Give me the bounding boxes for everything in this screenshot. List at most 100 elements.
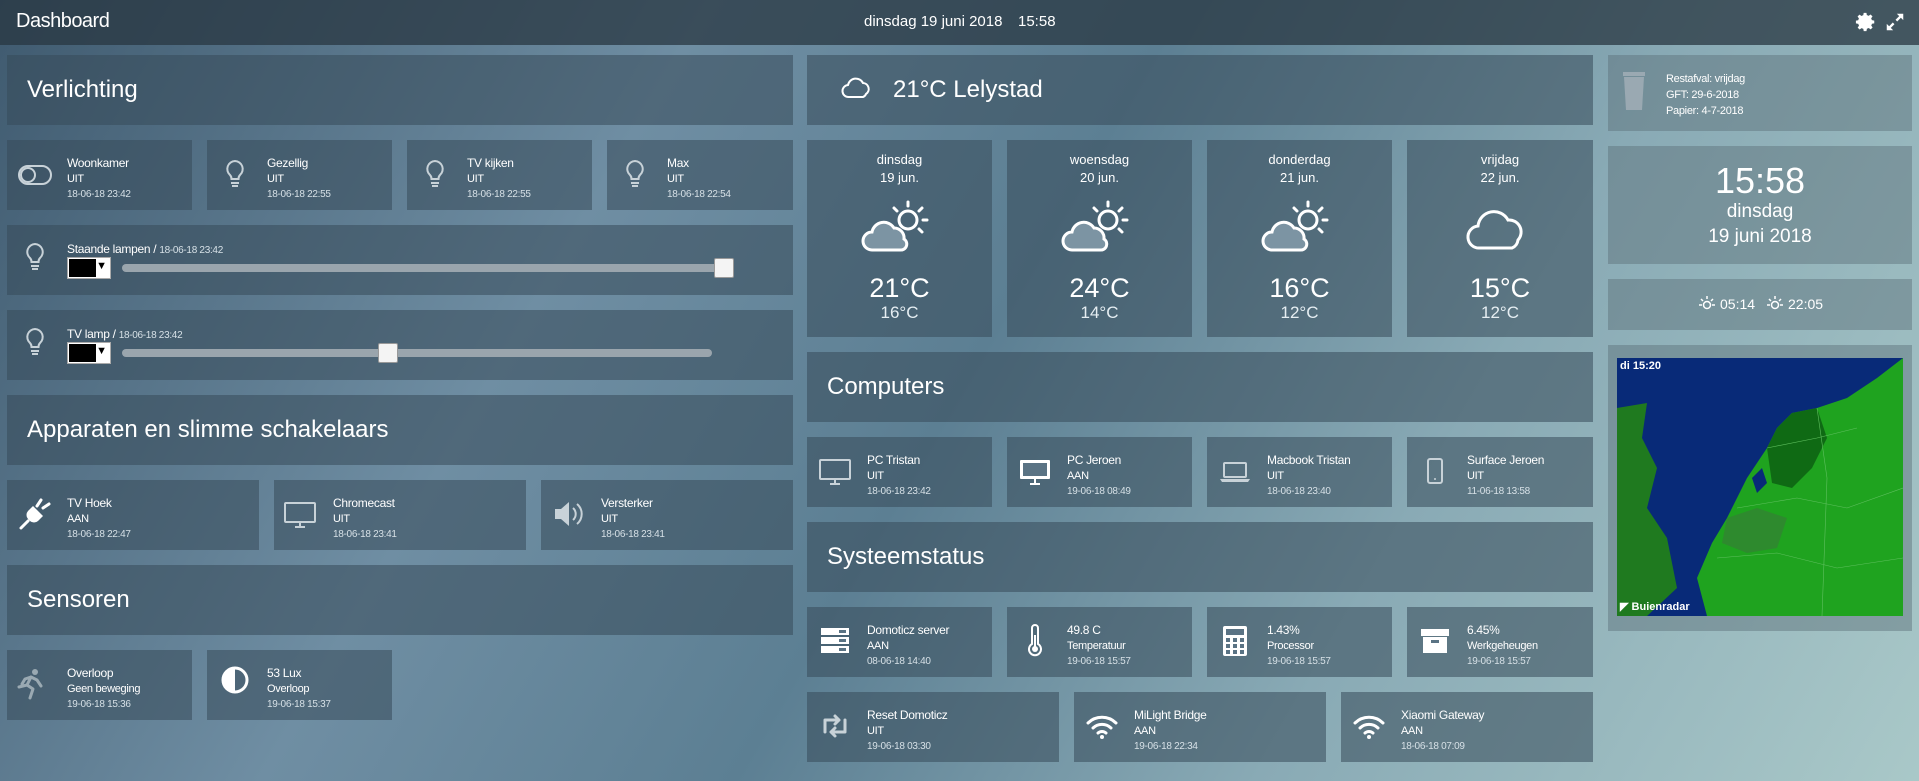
- dimmer-thumb[interactable]: [377, 343, 398, 363]
- tile-timestamp: 18-06-18 23:42: [67, 189, 131, 200]
- tile-timestamp: 19-06-18 15:36: [67, 699, 131, 710]
- sensor-tile-overloop[interactable]: Overloop Geen beweging 19-06-18 15:36: [7, 650, 192, 720]
- dimmer-label: Staande lampen / 18-06-18 23:42: [67, 242, 223, 256]
- device-tile-versterker[interactable]: Versterker UIT 18-06-18 23:41: [541, 480, 793, 550]
- light-tile-max[interactable]: Max UIT 18-06-18 22:54: [607, 140, 793, 210]
- dimmer-slider[interactable]: [122, 349, 712, 357]
- dimmer-slider[interactable]: [122, 264, 724, 272]
- dimmer-timestamp: 18-06-18 23:42: [118, 330, 183, 341]
- system-tile-domoticz-server[interactable]: Domoticz server AAN 08-06-18 14:40: [807, 607, 992, 677]
- tile-name: 49.8 C: [1067, 623, 1101, 637]
- tile-state: UIT: [1267, 470, 1284, 482]
- dimmer-staande-lampen: Staande lampen / 18-06-18 23:42 ▼: [7, 225, 793, 295]
- desktop-icon: [1020, 460, 1050, 485]
- light-tile-woonkamer[interactable]: Woonkamer UIT 18-06-18 23:42: [7, 140, 192, 210]
- sunset-time: 22:05: [1788, 296, 1824, 312]
- thermometer-icon: [1028, 624, 1042, 657]
- sensors-title: Sensoren: [27, 586, 130, 613]
- tile-timestamp: 19-06-18 08:49: [1067, 486, 1131, 497]
- rain-radar-map[interactable]: di 15:20 ◤ Buienradar: [1617, 358, 1903, 616]
- computer-tile-pc-tristan[interactable]: PC Tristan UIT 18-06-18 23:42: [807, 437, 992, 507]
- tile-state: Processor: [1267, 640, 1314, 652]
- radar-time-label: di 15:20: [1620, 360, 1661, 372]
- tile-timestamp: 18-06-18 23:40: [1267, 486, 1331, 497]
- system-tile-reset-domoticz[interactable]: Reset Domoticz UIT 19-06-18 03:30: [807, 692, 1059, 762]
- tile-timestamp: 19-06-18 15:57: [1067, 656, 1131, 667]
- buienradar-brand: Buienradar: [1631, 601, 1690, 613]
- system-tile-milight-bridge[interactable]: MiLight Bridge AAN 19-06-18 22:34: [1074, 692, 1326, 762]
- laptop-icon: [1220, 462, 1250, 482]
- tile-state: AAN: [1067, 470, 1089, 482]
- waste-gft: GFT: 29-6-2018: [1666, 89, 1739, 101]
- waste-restafval: Restafval: vrijdag: [1666, 73, 1745, 85]
- tile-name: Surface Jeroen: [1467, 453, 1545, 467]
- tile-state: UIT: [867, 725, 884, 737]
- computer-tile-pc-jeroen[interactable]: PC Jeroen AAN 19-06-18 08:49: [1007, 437, 1192, 507]
- buienradar-icon: ◤: [1620, 601, 1629, 613]
- forecast-day: vrijdag 22 jun. 15°C 12°C: [1407, 140, 1593, 337]
- computers-header: Computers: [807, 352, 1593, 422]
- current-weather-text: 21°C Lelystad: [893, 76, 1043, 103]
- partly-cloudy-icon: [1061, 200, 1128, 252]
- topbar-time: 15:58: [1018, 13, 1056, 30]
- partly-cloudy-icon: [1261, 200, 1328, 252]
- forecast-date: 21 jun.: [1279, 170, 1320, 185]
- waste-schedule: Restafval: vrijdag GFT: 29-6-2018 Papier…: [1666, 71, 1745, 119]
- system-tile-xiaomi-gateway[interactable]: Xiaomi Gateway AAN 18-06-18 07:09: [1341, 692, 1593, 762]
- forecast-high: 24°C: [1069, 273, 1130, 303]
- light-tile-tv-kijken[interactable]: TV kijken UIT 18-06-18 22:55: [407, 140, 592, 210]
- tile-timestamp: 19-06-18 15:57: [1467, 656, 1531, 667]
- tile-timestamp: 19-06-18 15:57: [1267, 656, 1331, 667]
- partly-cloudy-icon: [861, 200, 928, 252]
- device-tile-tv-hoek[interactable]: TV Hoek AAN 18-06-18 22:47: [7, 480, 259, 550]
- tile-name: Chromecast: [333, 496, 395, 510]
- tile-state: UIT: [467, 173, 484, 185]
- color-picker[interactable]: ▼: [67, 342, 111, 364]
- forecast-high: 15°C: [1469, 273, 1531, 303]
- tile-state: UIT: [333, 513, 350, 525]
- monitor-icon: [284, 502, 316, 528]
- tile-name: 6.45%: [1467, 623, 1500, 637]
- sunrise-time: 05:14: [1720, 296, 1756, 312]
- chevron-down-icon: ▼: [96, 260, 107, 272]
- forecast-low: 12°C: [1481, 303, 1519, 322]
- sensor-tile-lux[interactable]: 53 Lux Overloop 19-06-18 15:37: [207, 650, 392, 720]
- system-tile-temperature[interactable]: 49.8 C Temperatuur 19-06-18 15:57: [1007, 607, 1192, 677]
- computer-tile-macbook-tristan[interactable]: Macbook Tristan UIT 18-06-18 23:40: [1207, 437, 1392, 507]
- dimmer-thumb[interactable]: [714, 258, 734, 278]
- tile-timestamp: 18-06-18 22:55: [267, 189, 331, 200]
- retweet-icon: [823, 714, 847, 738]
- waste-papier: Papier: 4-7-2018: [1666, 105, 1744, 117]
- tile-state: UIT: [601, 513, 618, 525]
- forecast-low: 16°C: [880, 303, 919, 322]
- forecast-day: donderdag 21 jun. 16°C 12°C: [1207, 140, 1392, 337]
- forecast-day: woensdag 20 jun. 24°C 14°C: [1007, 140, 1192, 337]
- dashboard-title: Dashboard: [16, 10, 110, 32]
- tile-timestamp: 18-06-18 23:41: [601, 529, 665, 540]
- tile-name: PC Jeroen: [1067, 453, 1121, 467]
- cloud-icon: [841, 77, 870, 98]
- fullscreen-icon[interactable]: [1884, 11, 1906, 33]
- computer-tile-surface-jeroen[interactable]: Surface Jeroen UIT 11-06-18 13:58: [1407, 437, 1593, 507]
- tablet-icon: [1427, 458, 1443, 484]
- wifi-icon: [1353, 715, 1385, 739]
- system-tile-processor[interactable]: 1.43% Processor 19-06-18 15:57: [1207, 607, 1392, 677]
- light-tile-gezellig[interactable]: Gezellig UIT 18-06-18 22:55: [207, 140, 392, 210]
- forecast-weekday: donderdag: [1268, 152, 1331, 167]
- system-tile-memory[interactable]: 6.45% Werkgeheugen 19-06-18 15:57: [1407, 607, 1593, 677]
- tile-state: AAN: [67, 513, 89, 525]
- tile-state: Geen beweging: [67, 683, 141, 695]
- speaker-icon: [555, 502, 583, 526]
- clock-time: 15:58: [1714, 160, 1806, 201]
- forecast-day: dinsdag 19 jun. 21°C 16°C: [807, 140, 992, 337]
- tile-timestamp: 18-06-18 22:54: [667, 189, 731, 200]
- color-picker[interactable]: ▼: [67, 257, 111, 279]
- tile-name: Versterker: [601, 496, 653, 510]
- device-tile-chromecast[interactable]: Chromecast UIT 18-06-18 23:41: [274, 480, 526, 550]
- computers-title: Computers: [827, 373, 945, 400]
- tile-state: UIT: [1467, 470, 1484, 482]
- bulb-icon: [26, 242, 44, 270]
- forecast-weekday: dinsdag: [876, 152, 923, 167]
- tile-state: Werkgeheugen: [1467, 640, 1538, 652]
- gear-icon[interactable]: [1855, 11, 1877, 33]
